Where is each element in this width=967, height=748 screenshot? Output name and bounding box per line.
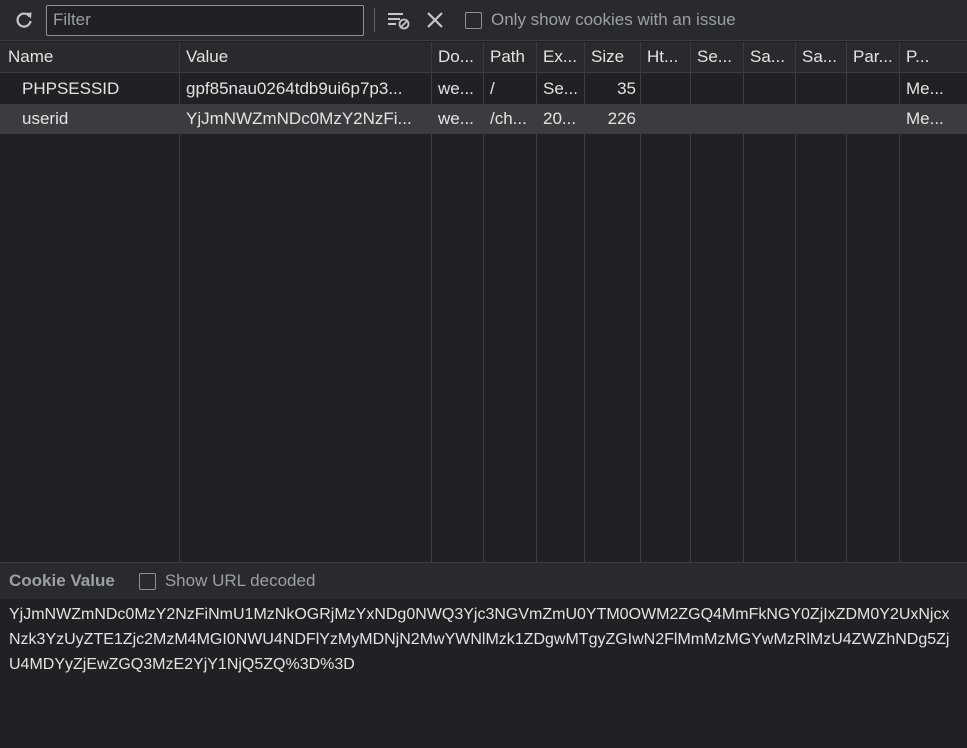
toolbar-divider	[374, 8, 375, 32]
column-divider[interactable]	[899, 42, 900, 562]
cookie-size: 35	[617, 79, 636, 98]
column-header-value[interactable]: Value	[180, 42, 431, 72]
cookies-table: Name Value Do... Path Ex... Size Ht... S…	[0, 42, 967, 562]
column-divider[interactable]	[431, 42, 432, 562]
column-divider[interactable]	[743, 42, 744, 562]
refresh-button[interactable]	[10, 6, 38, 34]
cookie-path: /ch...	[490, 109, 527, 128]
column-divider[interactable]	[690, 42, 691, 562]
cookie-name: PHPSESSID	[22, 79, 120, 98]
only-issues-label: Only show cookies with an issue	[491, 10, 736, 29]
column-header-samesite[interactable]: Sa...	[744, 42, 795, 72]
column-divider[interactable]	[179, 42, 180, 562]
column-header-size[interactable]: Size	[585, 42, 640, 72]
cookie-value: gpf85nau0264tdb9ui6p7p3...	[186, 79, 403, 98]
cookie-domain: we...	[438, 109, 474, 128]
column-header-sameparty[interactable]: Sa...	[796, 42, 846, 72]
column-header-name[interactable]: Name	[2, 42, 180, 72]
checkbox-box[interactable]	[138, 572, 156, 590]
column-header-domain[interactable]: Do...	[432, 42, 484, 72]
checkbox-box[interactable]	[465, 11, 482, 29]
cookie-domain: we...	[438, 79, 474, 98]
column-divider[interactable]	[584, 42, 585, 562]
filter-clear-icon	[388, 13, 410, 30]
column-header-secure[interactable]: Se...	[691, 42, 743, 72]
column-divider[interactable]	[846, 42, 847, 562]
column-header-httponly[interactable]: Ht...	[641, 42, 691, 72]
cookie-size: 226	[607, 109, 636, 128]
clear-filtered-cookies-button[interactable]	[385, 6, 413, 34]
cookie-expires: Se...	[543, 79, 578, 98]
column-divider[interactable]	[795, 42, 796, 562]
cookie-path: /	[490, 79, 495, 98]
only-issues-checkbox[interactable]: Only show cookies with an issue	[465, 10, 736, 30]
column-divider[interactable]	[483, 42, 484, 562]
column-header-path[interactable]: Path	[484, 42, 536, 72]
cookie-priority: Me...	[906, 109, 944, 128]
filter-input[interactable]	[46, 4, 364, 36]
cookies-toolbar: Only show cookies with an issue	[0, 0, 967, 41]
cookie-priority: Me...	[906, 79, 944, 98]
column-header-partition-key[interactable]: Par...	[847, 42, 899, 72]
cookie-expires: 20...	[543, 109, 577, 128]
cookie-value-panel: Cookie Value Show URL decoded YjJmNWZmND…	[0, 562, 967, 748]
cookie-value-header: Cookie Value Show URL decoded	[0, 563, 967, 599]
close-icon	[427, 12, 443, 28]
show-url-decoded-label: Show URL decoded	[164, 571, 316, 590]
refresh-icon	[16, 12, 32, 28]
delete-cookie-button[interactable]	[421, 6, 449, 34]
cookie-value-title: Cookie Value	[9, 571, 115, 590]
cookie-name: userid	[22, 109, 69, 128]
column-header-expires[interactable]: Ex...	[537, 42, 584, 72]
column-divider[interactable]	[640, 42, 641, 562]
cookie-value-text[interactable]: YjJmNWZmNDc0MzY2NzFiNmU1MzNkOGRjMzYxNDg0…	[0, 599, 967, 677]
column-header-priority[interactable]: P...	[900, 42, 967, 72]
cookie-value: YjJmNWZmNDc0MzY2NzFi...	[186, 109, 412, 128]
column-divider[interactable]	[536, 42, 537, 562]
show-url-decoded-checkbox[interactable]: Show URL decoded	[138, 571, 316, 591]
